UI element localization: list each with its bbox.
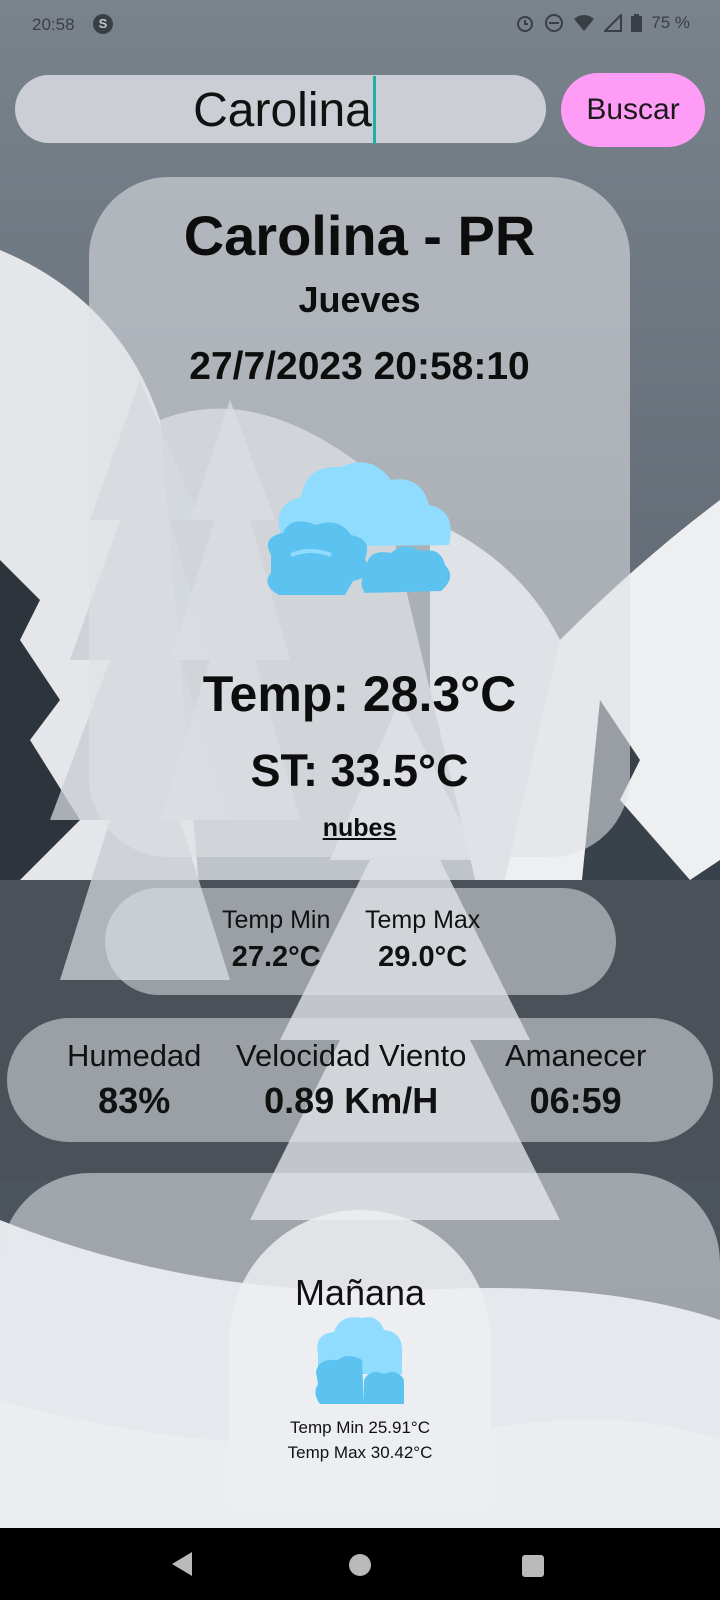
home-icon[interactable] xyxy=(349,1554,371,1576)
current-weather-card: Carolina - PR Jueves 27/7/2023 20:58:10 … xyxy=(89,177,630,857)
search-button[interactable]: Buscar xyxy=(561,73,705,147)
weekday: Jueves xyxy=(298,279,421,320)
current-temperature: Temp: 28.3°C xyxy=(202,666,517,722)
city-title: Carolina - PR xyxy=(183,204,536,267)
temp-max-block: Temp Max 29.0°C xyxy=(365,906,480,974)
temp-min-block: Temp Min 27.2°C xyxy=(222,906,330,974)
sunrise-label: Amanecer xyxy=(505,1038,647,1073)
sunrise-value: 06:59 xyxy=(529,1080,622,1121)
humidity-value: 83% xyxy=(98,1080,171,1121)
forecast-temp-min: Temp Min 25.91°C xyxy=(289,1418,431,1437)
wind-speed-label: Velocidad Viento xyxy=(236,1038,467,1073)
status-bar: 20:58 S 75 % xyxy=(0,0,720,50)
tomorrow-forecast-card: Mañana Temp Min 25.91°C Temp Max 30.42°C xyxy=(229,1210,491,1508)
wifi-icon xyxy=(574,15,595,31)
humidity-label: Humedad xyxy=(67,1038,202,1073)
recent-apps-icon[interactable] xyxy=(522,1555,544,1577)
back-icon[interactable] xyxy=(172,1552,192,1576)
cloud-icon xyxy=(267,462,451,595)
humidity-block: Humedad 83% xyxy=(67,1038,201,1122)
sunrise-block: Amanecer 06:59 xyxy=(505,1038,646,1122)
temp-max-label: Temp Max xyxy=(365,906,481,934)
signal-icon xyxy=(604,14,623,32)
weather-description: nubes xyxy=(322,814,397,842)
forecast-temp-max: Temp Max 30.42°C xyxy=(287,1443,433,1462)
forecast-title: Mañana xyxy=(294,1272,426,1313)
temp-range-panel: Temp Min 27.2°C Temp Max 29.0°C xyxy=(105,888,616,995)
temp-max-value: 29.0°C xyxy=(378,941,468,973)
alarm-icon xyxy=(517,16,534,32)
feels-like-temperature: ST: 33.5°C xyxy=(250,745,469,796)
clock: 20:58 xyxy=(32,15,75,34)
city-search-input[interactable] xyxy=(15,75,550,145)
battery-level: 75 % xyxy=(651,13,690,32)
cloud-icon xyxy=(315,1317,404,1404)
temp-min-label: Temp Min xyxy=(222,906,331,934)
wind-speed-value: 0.89 Km/H xyxy=(264,1080,439,1121)
battery-icon xyxy=(631,14,643,32)
weather-stats-panel: Humedad 83% Velocidad Viento 0.89 Km/H A… xyxy=(7,1018,713,1142)
wind-speed-block: Velocidad Viento 0.89 Km/H xyxy=(236,1038,466,1122)
text-cursor xyxy=(373,76,376,144)
app-notification-icon: S xyxy=(93,14,113,34)
date-time: 27/7/2023 20:58:10 xyxy=(189,345,530,388)
search-bar xyxy=(15,75,550,145)
do-not-disturb-icon xyxy=(545,14,564,32)
temp-min-value: 27.2°C xyxy=(231,941,321,973)
